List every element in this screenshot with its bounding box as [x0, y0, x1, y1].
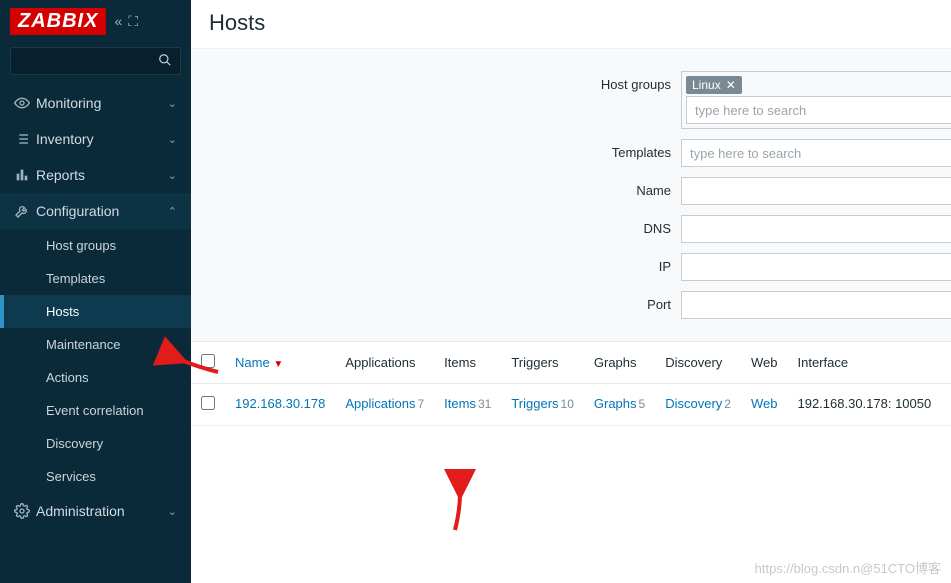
col-interface[interactable]: Interface — [787, 342, 941, 384]
chevron-down-icon: ⌄ — [168, 133, 177, 146]
configuration-subnav: Host groups Templates Hosts Maintenance … — [0, 229, 191, 493]
col-web[interactable]: Web — [741, 342, 788, 384]
eye-icon — [14, 95, 36, 111]
ip-input[interactable] — [681, 253, 951, 281]
host-groups-search-input[interactable] — [686, 96, 951, 124]
filter-label-ip: IP — [511, 253, 671, 274]
gear-icon — [14, 503, 36, 519]
subnav-discovery[interactable]: Discovery — [0, 427, 191, 460]
list-icon — [14, 131, 36, 147]
hosts-table-wrap: Name ▼ Applications Items Triggers Graph… — [191, 342, 951, 426]
subnav-templates[interactable]: Templates — [0, 262, 191, 295]
name-input[interactable] — [681, 177, 951, 205]
filter-label-dns: DNS — [511, 215, 671, 236]
applications-link[interactable]: Applications — [345, 396, 415, 411]
expand-icon: ⛶ — [128, 13, 138, 30]
table-header-row: Name ▼ Applications Items Triggers Graph… — [191, 342, 951, 384]
main-nav: Monitoring ⌄ Inventory ⌄ Reports ⌄ Confi… — [0, 85, 191, 229]
nav-label: Reports — [36, 167, 168, 183]
select-all-checkbox[interactable] — [201, 354, 215, 368]
proxy-cell — [941, 384, 951, 426]
nav-reports[interactable]: Reports ⌄ — [0, 157, 191, 193]
subnav-actions[interactable]: Actions — [0, 361, 191, 394]
nav-monitoring[interactable]: Monitoring ⌄ — [0, 85, 191, 121]
port-input[interactable] — [681, 291, 951, 319]
col-name[interactable]: Name ▼ — [225, 342, 335, 384]
nav-label: Monitoring — [36, 95, 168, 111]
subnav-event-correlation[interactable]: Event correlation — [0, 394, 191, 427]
main-content: Hosts Host groups Linux ✕ Select Templat… — [191, 0, 951, 583]
filter-label-host-groups: Host groups — [511, 71, 671, 92]
tag-label: Linux — [692, 78, 721, 92]
main-nav-bottom: Administration ⌄ — [0, 493, 191, 529]
filter-panel: Host groups Linux ✕ Select Templates Sel… — [191, 49, 951, 342]
nav-configuration[interactable]: Configuration ⌃ — [0, 193, 191, 229]
triggers-count: 10 — [561, 397, 574, 411]
host-groups-multiselect[interactable]: Linux ✕ — [681, 71, 951, 129]
close-icon[interactable]: ✕ — [726, 78, 736, 92]
sidebar-search[interactable] — [10, 47, 181, 75]
col-proxy[interactable]: Proxy — [941, 342, 951, 384]
web-link[interactable]: Web — [751, 396, 778, 411]
chevron-up-icon: ⌃ — [168, 205, 177, 218]
nav-label: Inventory — [36, 131, 168, 147]
logo: ZABBIX — [10, 8, 106, 35]
chevron-double-left-icon: « — [114, 13, 122, 30]
subnav-services[interactable]: Services — [0, 460, 191, 493]
page-header: Hosts — [191, 0, 951, 49]
graphs-count: 5 — [639, 397, 646, 411]
col-triggers[interactable]: Triggers — [501, 342, 584, 384]
nav-inventory[interactable]: Inventory ⌄ — [0, 121, 191, 157]
col-discovery[interactable]: Discovery — [655, 342, 741, 384]
hosts-table: Name ▼ Applications Items Triggers Graph… — [191, 342, 951, 426]
logo-row: ZABBIX « ⛶ — [0, 0, 191, 41]
subnav-host-groups[interactable]: Host groups — [0, 229, 191, 262]
wrench-icon — [14, 203, 36, 219]
row-checkbox[interactable] — [201, 396, 215, 410]
host-group-tag[interactable]: Linux ✕ — [686, 76, 742, 94]
nav-label: Configuration — [36, 203, 168, 219]
items-link[interactable]: Items — [444, 396, 476, 411]
interface-cell: 192.168.30.178: 10050 — [787, 384, 941, 426]
templates-input[interactable] — [681, 139, 951, 167]
col-items[interactable]: Items — [434, 342, 501, 384]
chevron-down-icon: ⌄ — [168, 169, 177, 182]
chevron-down-icon: ⌄ — [168, 505, 177, 518]
nav-administration[interactable]: Administration ⌄ — [0, 493, 191, 529]
triggers-link[interactable]: Triggers — [511, 396, 558, 411]
discovery-link[interactable]: Discovery — [665, 396, 722, 411]
table-row: 192.168.30.178 Applications7 Items31 Tri… — [191, 384, 951, 426]
sidebar: ZABBIX « ⛶ Monitoring ⌄ Inventory ⌄ — [0, 0, 191, 583]
col-applications[interactable]: Applications — [335, 342, 434, 384]
discovery-count: 2 — [724, 397, 731, 411]
filter-label-templates: Templates — [511, 139, 671, 160]
subnav-maintenance[interactable]: Maintenance — [0, 328, 191, 361]
sort-asc-icon: ▼ — [273, 359, 283, 370]
bar-chart-icon — [14, 167, 36, 183]
filter-label-port: Port — [511, 291, 671, 312]
filter-label-name: Name — [511, 177, 671, 198]
page-title: Hosts — [209, 10, 933, 36]
host-name-link[interactable]: 192.168.30.178 — [235, 396, 325, 411]
col-graphs[interactable]: Graphs — [584, 342, 655, 384]
subnav-hosts[interactable]: Hosts — [0, 295, 191, 328]
applications-count: 7 — [417, 397, 424, 411]
collapse-toggle[interactable]: « ⛶ — [114, 13, 138, 30]
search-icon — [158, 53, 172, 70]
items-count: 31 — [478, 397, 491, 411]
graphs-link[interactable]: Graphs — [594, 396, 637, 411]
nav-label: Administration — [36, 503, 168, 519]
dns-input[interactable] — [681, 215, 951, 243]
chevron-down-icon: ⌄ — [168, 97, 177, 110]
